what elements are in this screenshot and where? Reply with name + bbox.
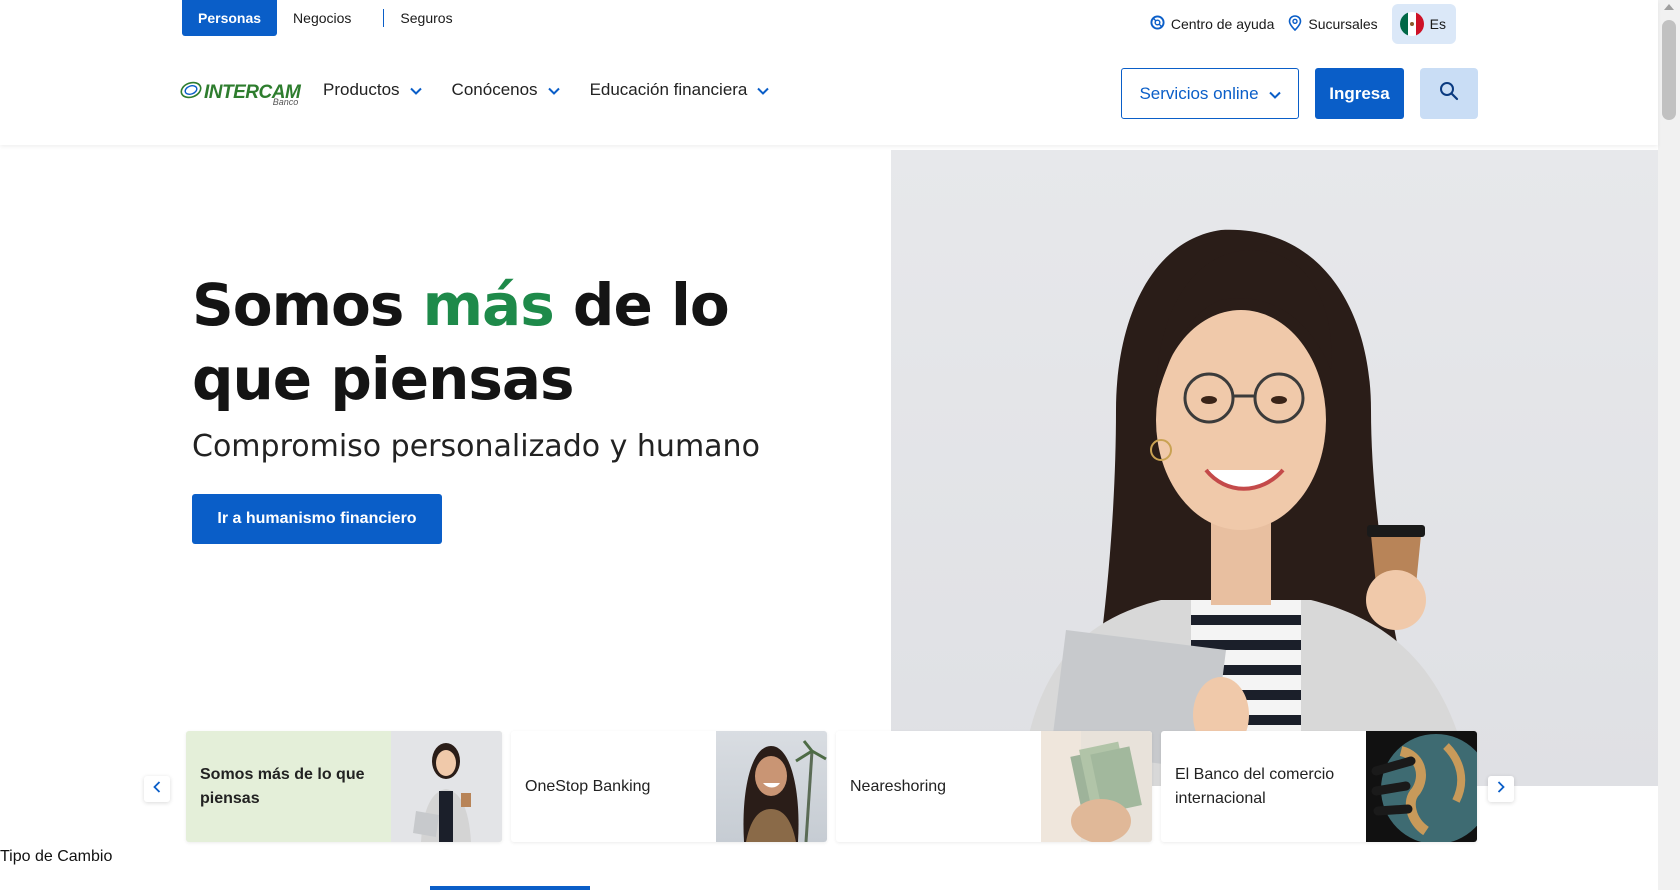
carousel-prev-button[interactable] [144, 776, 170, 802]
page-scrollbar[interactable] [1658, 0, 1680, 890]
utility-links: Centro de ayuda Sucursales Es [1150, 4, 1456, 44]
nav-products-label: Productos [323, 80, 400, 99]
carousel-card-image [716, 731, 827, 842]
branches-link[interactable]: Sucursales [1288, 14, 1378, 34]
carousel-card-label: Somos más de lo que piensas [200, 765, 365, 807]
segment-switcher: Personas Negocios Seguros [182, 0, 469, 36]
mexico-flag-icon [1399, 12, 1424, 36]
chevron-down-icon [757, 80, 770, 100]
online-services-label: Servicios online [1139, 83, 1259, 103]
help-center-link[interactable]: Centro de ayuda [1150, 15, 1275, 33]
chevron-down-icon [409, 80, 422, 100]
carousel-card[interactable]: Neareshoring [836, 731, 1152, 842]
site-header: Personas Negocios Seguros Centro de ayud… [0, 0, 1658, 145]
logo-subtitle: Banco [272, 97, 299, 107]
carousel-card-image [1041, 731, 1152, 842]
carousel-card-image [391, 731, 502, 842]
hero-title: Somos más de lo que piensas [192, 268, 832, 416]
search-icon [1439, 81, 1459, 106]
chevron-down-icon [547, 80, 560, 100]
nav-about[interactable]: Conócenos [452, 80, 560, 100]
hero-carousel: Somos más de lo que piensas OneStop Bank… [186, 731, 1477, 842]
carousel-card[interactable]: El Banco del comercio internacional [1161, 731, 1477, 842]
help-icon [1150, 15, 1165, 33]
hero-title-part1: Somos [192, 271, 423, 339]
location-pin-icon [1288, 14, 1302, 34]
segment-negocios[interactable]: Negocios [277, 0, 367, 36]
help-center-label: Centro de ayuda [1170, 16, 1275, 32]
branches-label: Sucursales [1308, 16, 1378, 32]
nav-about-label: Conócenos [451, 80, 538, 99]
chevron-down-icon [1268, 84, 1281, 104]
exchange-rate-label[interactable]: Tipo de Cambio [0, 848, 112, 866]
carousel-card-label: Neareshoring [850, 777, 947, 795]
nav-education-label: Educación financiera [589, 80, 748, 99]
hero-subtitle: Compromiso personalizado y humano [192, 429, 760, 464]
carousel-card-label: El Banco del comercio internacional [1175, 765, 1335, 807]
logo-mark-icon [180, 80, 202, 105]
nav-products[interactable]: Productos [323, 80, 422, 100]
language-selector[interactable]: Es [1391, 4, 1456, 44]
hero-image [891, 150, 1658, 786]
segment-personas[interactable]: Personas [182, 0, 278, 36]
scrollbar-thumb[interactable] [1662, 20, 1676, 120]
carousel-card[interactable]: Somos más de lo que piensas [186, 731, 502, 842]
hero-cta-button[interactable]: Ir a humanismo financiero [192, 494, 442, 544]
search-button[interactable] [1420, 68, 1478, 119]
online-services-button[interactable]: Servicios online [1121, 68, 1299, 119]
hero-title-accent: más [422, 271, 555, 339]
carousel-card-label: OneStop Banking [525, 777, 651, 795]
carousel-card[interactable]: OneStop Banking [511, 731, 827, 842]
scroll-up-arrow-icon[interactable] [1664, 4, 1674, 10]
main-nav: Productos Conócenos Educación financiera [323, 80, 770, 100]
intercam-logo[interactable]: INTERCAM Banco [180, 80, 301, 107]
language-label: Es [1429, 16, 1446, 32]
carousel-next-button[interactable] [1488, 776, 1514, 802]
carousel-card-image [1366, 731, 1477, 842]
login-button[interactable]: Ingresa [1315, 68, 1404, 119]
segment-seguros[interactable]: Seguros [384, 0, 468, 36]
tab-active-indicator [430, 886, 590, 890]
nav-education[interactable]: Educación financiera [590, 80, 770, 100]
chevron-right-icon [1497, 780, 1505, 798]
chevron-left-icon [153, 780, 161, 798]
